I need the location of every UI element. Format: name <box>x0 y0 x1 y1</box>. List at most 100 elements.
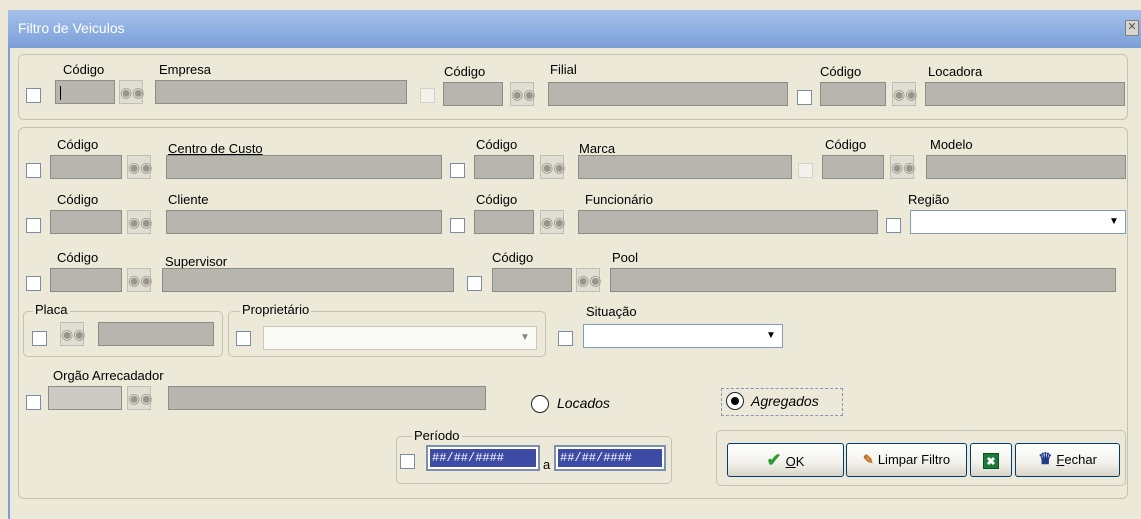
periodo-start-value: ##/##/#### <box>430 449 536 467</box>
locadora-codigo-label: Código <box>820 64 862 79</box>
empresa-name-field <box>155 80 407 104</box>
modelo-codigo-label: Código <box>825 137 867 152</box>
close-icon[interactable]: ✕ <box>1125 20 1139 36</box>
regiao-checkbox[interactable] <box>886 218 901 233</box>
situacao-label: Situação <box>586 304 637 319</box>
limpar-filtro-button[interactable]: ✎ Limpar Filtro <box>846 443 967 477</box>
placa-label: Placa <box>33 302 70 317</box>
locadora-label: Locadora <box>928 64 983 79</box>
marca-name-field <box>578 155 792 179</box>
empresa-codigo-input[interactable] <box>55 80 115 104</box>
door-exit-icon: ♛ <box>1038 451 1053 468</box>
checkmark-icon: ✔ <box>766 450 782 470</box>
placa-checkbox[interactable] <box>32 331 47 346</box>
cliente-codigo-input[interactable] <box>50 210 122 234</box>
orgao-codigo-input[interactable] <box>48 386 122 410</box>
excel-icon: ✖ <box>983 452 999 469</box>
funcionario-checkbox[interactable] <box>450 218 465 233</box>
fechar-button[interactable]: ♛ Fechar <box>1015 443 1120 477</box>
funcionario-codigo-input[interactable] <box>474 210 534 234</box>
filial-codigo-label: Código <box>444 64 486 79</box>
cliente-search-icon[interactable]: ◉◉ <box>127 210 152 234</box>
supervisor-label: Supervisor <box>165 254 228 269</box>
regiao-label: Região <box>908 192 950 207</box>
marca-codigo-label: Código <box>476 137 518 152</box>
placa-search-icon[interactable]: ◉◉ <box>60 322 85 346</box>
modelo-checkbox[interactable] <box>798 163 813 178</box>
marca-checkbox[interactable] <box>450 163 465 178</box>
locados-label: Locados <box>557 395 610 411</box>
filial-codigo-input[interactable] <box>443 82 503 106</box>
marca-codigo-input[interactable] <box>474 155 534 179</box>
placa-input[interactable] <box>98 322 214 346</box>
locadora-codigo-input[interactable] <box>820 82 886 106</box>
eraser-icon: ✎ <box>862 452 874 467</box>
marca-search-icon[interactable]: ◉◉ <box>540 155 565 179</box>
window-left-border <box>8 48 10 519</box>
periodo-start-date[interactable]: ##/##/#### <box>426 445 540 471</box>
empresa-checkbox[interactable] <box>26 88 41 103</box>
supervisor-search-icon[interactable]: ◉◉ <box>127 268 152 292</box>
situacao-select[interactable]: ▼ <box>583 324 783 348</box>
empresa-search-icon[interactable]: ◉◉ <box>119 80 144 104</box>
filter-window: Filtro de Veiculos ✕ Código Empresa ◉◉ C… <box>0 0 1141 519</box>
filial-checkbox[interactable] <box>420 88 435 103</box>
periodo-label: Período <box>412 428 462 443</box>
orgao-checkbox[interactable] <box>26 395 41 410</box>
pool-checkbox[interactable] <box>467 276 482 291</box>
locadora-name-field <box>925 82 1125 106</box>
orgao-label: Orgão Arrecadador <box>53 368 164 383</box>
locadora-checkbox[interactable] <box>797 90 812 105</box>
modelo-search-icon[interactable]: ◉◉ <box>890 155 915 179</box>
pool-label: Pool <box>612 250 639 265</box>
funcionario-codigo-label: Código <box>476 192 518 207</box>
cliente-checkbox[interactable] <box>26 218 41 233</box>
cliente-label: Cliente <box>168 192 209 207</box>
locadora-search-icon[interactable]: ◉◉ <box>892 82 917 106</box>
modelo-codigo-input[interactable] <box>822 155 884 179</box>
filial-name-field <box>548 82 788 106</box>
orgao-name-field <box>168 386 486 410</box>
funcionario-search-icon[interactable]: ◉◉ <box>540 210 565 234</box>
locados-radio[interactable] <box>531 395 549 413</box>
centro-custo-label: Centro de Custo <box>168 141 263 156</box>
export-excel-button[interactable]: ✖ <box>970 443 1012 477</box>
periodo-end-value: ##/##/#### <box>558 449 662 467</box>
cliente-codigo-label: Código <box>57 192 99 207</box>
pool-codigo-input[interactable] <box>492 268 572 292</box>
chevron-down-icon[interactable]: ▼ <box>517 330 533 346</box>
funcionario-name-field <box>578 210 878 234</box>
pool-codigo-label: Código <box>492 250 534 265</box>
funcionario-label: Funcionário <box>585 192 653 207</box>
agregados-radio[interactable] <box>726 392 744 410</box>
centro-custo-checkbox[interactable] <box>26 163 41 178</box>
centro-codigo-input[interactable] <box>50 155 122 179</box>
centro-search-icon[interactable]: ◉◉ <box>127 155 152 179</box>
filial-search-icon[interactable]: ◉◉ <box>510 82 535 106</box>
periodo-end-date[interactable]: ##/##/#### <box>554 445 666 471</box>
orgao-search-icon[interactable]: ◉◉ <box>127 386 152 410</box>
supervisor-codigo-label: Código <box>57 250 99 265</box>
situacao-checkbox[interactable] <box>558 331 573 346</box>
modelo-name-field <box>926 155 1126 179</box>
supervisor-checkbox[interactable] <box>26 276 41 291</box>
empresa-label: Empresa <box>159 62 212 77</box>
supervisor-codigo-input[interactable] <box>50 268 122 292</box>
pool-name-field <box>610 268 1116 292</box>
centro-codigo-label: Código <box>57 137 99 152</box>
regiao-select[interactable]: ▼ <box>910 210 1126 234</box>
proprietario-checkbox[interactable] <box>236 331 251 346</box>
empresa-codigo-label: Código <box>63 62 105 77</box>
proprietario-select[interactable]: ▼ <box>263 326 537 350</box>
ok-button[interactable]: ✔ OK <box>727 443 844 477</box>
chevron-down-icon[interactable]: ▼ <box>763 328 779 344</box>
periodo-checkbox[interactable] <box>400 454 415 469</box>
centro-custo-name-field <box>166 155 442 179</box>
chevron-down-icon[interactable]: ▼ <box>1106 214 1122 230</box>
text-cursor <box>60 86 61 100</box>
agregados-label: Agregados <box>751 393 819 409</box>
modelo-label: Modelo <box>930 137 973 152</box>
proprietario-label: Proprietário <box>240 302 312 317</box>
radio-selected-dot <box>731 397 739 405</box>
pool-search-icon[interactable]: ◉◉ <box>576 268 601 292</box>
